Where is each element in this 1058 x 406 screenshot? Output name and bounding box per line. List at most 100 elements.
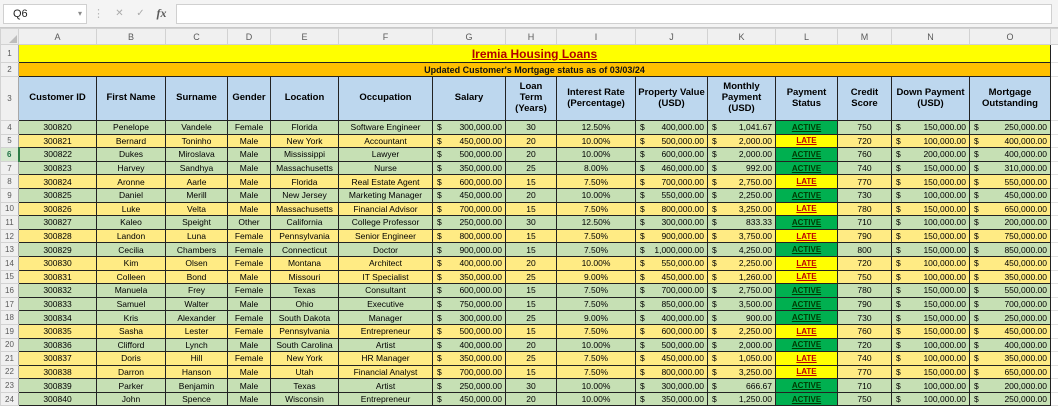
cell-loan-term[interactable]: 15 xyxy=(505,201,557,217)
cell-monthly-payment[interactable]: $2,000.00 xyxy=(707,133,776,149)
cell-mortgage-outstanding[interactable]: $650,000.00 xyxy=(969,364,1051,380)
cell-interest-rate[interactable]: 7.50% xyxy=(556,323,636,339)
cell-property-value[interactable]: $400,000.00 xyxy=(635,120,708,135)
cell-loan-term[interactable]: 20 xyxy=(505,255,557,271)
cell-loan-term[interactable]: 15 xyxy=(505,283,557,298)
cell-occupation[interactable]: Consultant xyxy=(338,283,433,298)
cell-down-payment[interactable]: $100,000.00 xyxy=(891,337,970,353)
cell-gender[interactable]: Male xyxy=(227,187,271,203)
cell-mortgage-outstanding[interactable]: $350,000.00 xyxy=(969,269,1051,285)
cell-interest-rate[interactable]: 7.50% xyxy=(556,296,636,312)
cell-gender[interactable]: Female xyxy=(227,283,271,298)
empty-cell[interactable] xyxy=(1050,201,1058,217)
name-box-dropdown-icon[interactable]: ▾ xyxy=(78,9,82,18)
empty-cell[interactable] xyxy=(1050,76,1058,121)
empty-cell[interactable] xyxy=(1050,242,1058,257)
cell-loan-term[interactable]: 15 xyxy=(505,228,557,244)
cell-loan-term[interactable]: 15 xyxy=(505,296,557,312)
payment-status-badge[interactable]: LATE xyxy=(775,201,838,217)
cell-surname[interactable]: Chambers xyxy=(165,242,228,257)
cell-surname[interactable]: Hill xyxy=(165,351,228,366)
cell-first-name[interactable]: Parker xyxy=(96,378,166,393)
cell-monthly-payment[interactable]: $2,750.00 xyxy=(707,174,776,189)
cell-location[interactable]: Pennsylvania xyxy=(270,323,339,339)
cell-monthly-payment[interactable]: $666.67 xyxy=(707,378,776,393)
cell-down-payment[interactable]: $100,000.00 xyxy=(891,391,970,406)
cell-gender[interactable]: Male xyxy=(227,337,271,353)
header-property-value[interactable]: Property Value (USD) xyxy=(635,76,708,121)
cell-surname[interactable]: Toninho xyxy=(165,133,228,149)
cell-first-name[interactable]: Aronne xyxy=(96,174,166,189)
cell-customer-id[interactable]: 300822 xyxy=(18,147,97,162)
cell-gender[interactable]: Male xyxy=(227,378,271,393)
header-salary[interactable]: Salary xyxy=(432,76,506,121)
cell-property-value[interactable]: $550,000.00 xyxy=(635,255,708,271)
cell-credit-score[interactable]: 750 xyxy=(837,120,892,135)
empty-cell[interactable] xyxy=(1050,269,1058,285)
cell-mortgage-outstanding[interactable]: $700,000.00 xyxy=(969,296,1051,312)
cell-down-payment[interactable]: $150,000.00 xyxy=(891,201,970,217)
cell-mortgage-outstanding[interactable]: $200,000.00 xyxy=(969,215,1051,230)
cell-salary[interactable]: $700,000.00 xyxy=(432,201,506,217)
cell-location[interactable]: Montana xyxy=(270,255,339,271)
cell-surname[interactable]: Benjamin xyxy=(165,378,228,393)
empty-cell[interactable] xyxy=(1050,147,1058,162)
cell-mortgage-outstanding[interactable]: $250,000.00 xyxy=(969,120,1051,135)
cancel-button[interactable]: ✕ xyxy=(110,4,129,24)
cell-credit-score[interactable]: 790 xyxy=(837,296,892,312)
header-credit-score[interactable]: Credit Score xyxy=(837,76,892,121)
cell-occupation[interactable]: IT Specialist xyxy=(338,269,433,285)
cell-location[interactable]: Massachusetts xyxy=(270,201,339,217)
cell-loan-term[interactable]: 15 xyxy=(505,242,557,257)
column-header-f[interactable]: F xyxy=(338,28,433,45)
cell-occupation[interactable]: Accountant xyxy=(338,133,433,149)
cell-salary[interactable]: $300,000.00 xyxy=(432,310,506,325)
cell-interest-rate[interactable]: 10.00% xyxy=(556,378,636,393)
empty-cell[interactable] xyxy=(1050,187,1058,203)
cell-monthly-payment[interactable]: $1,260.00 xyxy=(707,269,776,285)
empty-cell[interactable] xyxy=(1050,351,1058,366)
cell-customer-id[interactable]: 300832 xyxy=(18,283,97,298)
cell-surname[interactable]: Merill xyxy=(165,187,228,203)
column-header-j[interactable]: J xyxy=(635,28,708,45)
cell-surname[interactable]: Bond xyxy=(165,269,228,285)
cell-credit-score[interactable]: 750 xyxy=(837,269,892,285)
cell-gender[interactable]: Other xyxy=(227,215,271,230)
cell-occupation[interactable]: Entrepreneur xyxy=(338,323,433,339)
cell-surname[interactable]: Lynch xyxy=(165,337,228,353)
cell-loan-term[interactable]: 20 xyxy=(505,337,557,353)
payment-status-badge[interactable]: ACTIVE xyxy=(775,310,838,325)
cell-credit-score[interactable]: 740 xyxy=(837,160,892,176)
cell-location[interactable]: South Carolina xyxy=(270,337,339,353)
cell-gender[interactable]: Male xyxy=(227,133,271,149)
cell-surname[interactable]: Speight xyxy=(165,215,228,230)
cell-surname[interactable]: Spence xyxy=(165,391,228,406)
cell-loan-term[interactable]: 30 xyxy=(505,378,557,393)
cell-salary[interactable]: $250,000.00 xyxy=(432,378,506,393)
cell-surname[interactable]: Hanson xyxy=(165,364,228,380)
cell-occupation[interactable]: Nurse xyxy=(338,160,433,176)
empty-cell[interactable] xyxy=(1050,62,1058,77)
cell-occupation[interactable]: Software Engineer xyxy=(338,120,433,135)
cell-down-payment[interactable]: $100,000.00 xyxy=(891,133,970,149)
row-header-9[interactable]: 9 xyxy=(0,187,19,203)
cell-occupation[interactable]: Entrepreneur xyxy=(338,391,433,406)
cell-customer-id[interactable]: 300825 xyxy=(18,187,97,203)
column-header-h[interactable]: H xyxy=(505,28,557,45)
cell-customer-id[interactable]: 300840 xyxy=(18,391,97,406)
cell-interest-rate[interactable]: 12.50% xyxy=(556,215,636,230)
cell-property-value[interactable]: $350,000.00 xyxy=(635,391,708,406)
cell-gender[interactable]: Male xyxy=(227,269,271,285)
cell-monthly-payment[interactable]: $833.33 xyxy=(707,215,776,230)
payment-status-badge[interactable]: ACTIVE xyxy=(775,378,838,393)
column-header-m[interactable]: M xyxy=(837,28,892,45)
column-header-k[interactable]: K xyxy=(707,28,776,45)
cell-salary[interactable]: $800,000.00 xyxy=(432,228,506,244)
cell-monthly-payment[interactable]: $2,000.00 xyxy=(707,147,776,162)
cell-down-payment[interactable]: $150,000.00 xyxy=(891,310,970,325)
cell-mortgage-outstanding[interactable]: $450,000.00 xyxy=(969,323,1051,339)
cell-loan-term[interactable]: 25 xyxy=(505,269,557,285)
cell-interest-rate[interactable]: 9.00% xyxy=(556,269,636,285)
cell-loan-term[interactable]: 20 xyxy=(505,391,557,406)
payment-status-badge[interactable]: ACTIVE xyxy=(775,215,838,230)
